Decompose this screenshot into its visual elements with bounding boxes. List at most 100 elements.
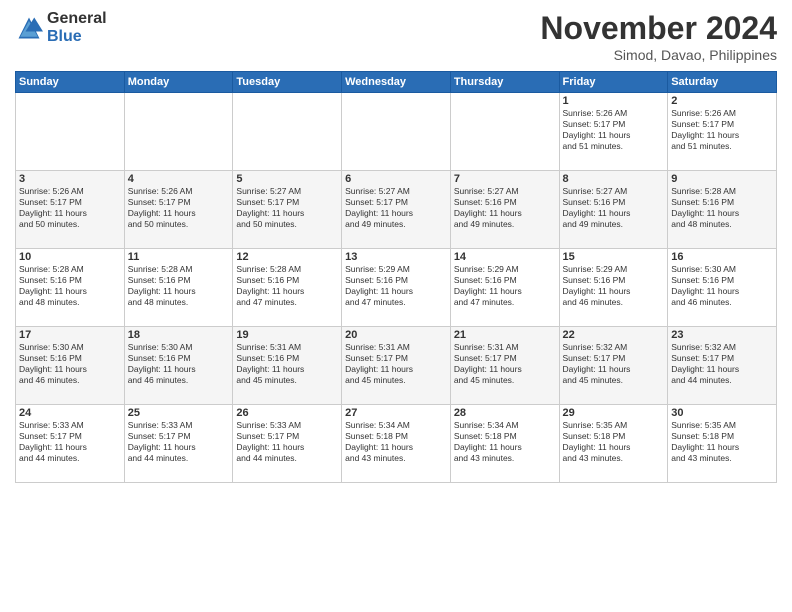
day-number: 20 bbox=[345, 329, 447, 341]
day-number: 24 bbox=[19, 407, 121, 419]
calendar-cell: 21Sunrise: 5:31 AM Sunset: 5:17 PM Dayli… bbox=[450, 327, 559, 405]
calendar-header-wednesday: Wednesday bbox=[342, 72, 451, 93]
calendar-header-friday: Friday bbox=[559, 72, 668, 93]
day-info: Sunrise: 5:28 AM Sunset: 5:16 PM Dayligh… bbox=[236, 264, 338, 308]
day-info: Sunrise: 5:35 AM Sunset: 5:18 PM Dayligh… bbox=[563, 420, 665, 464]
day-info: Sunrise: 5:32 AM Sunset: 5:17 PM Dayligh… bbox=[563, 342, 665, 386]
day-number: 26 bbox=[236, 407, 338, 419]
calendar-cell: 7Sunrise: 5:27 AM Sunset: 5:16 PM Daylig… bbox=[450, 171, 559, 249]
day-number: 30 bbox=[671, 407, 773, 419]
calendar-cell: 4Sunrise: 5:26 AM Sunset: 5:17 PM Daylig… bbox=[124, 171, 233, 249]
calendar-table: SundayMondayTuesdayWednesdayThursdayFrid… bbox=[15, 71, 777, 483]
calendar-cell: 6Sunrise: 5:27 AM Sunset: 5:17 PM Daylig… bbox=[342, 171, 451, 249]
day-number: 16 bbox=[671, 251, 773, 263]
day-number: 15 bbox=[563, 251, 665, 263]
calendar-week-1: 1 Sunrise: 5:26 AM Sunset: 5:17 PM Daylig… bbox=[16, 93, 777, 171]
day-info: Sunrise: 5:31 AM Sunset: 5:17 PM Dayligh… bbox=[345, 342, 447, 386]
calendar-cell bbox=[124, 93, 233, 171]
calendar-cell bbox=[16, 93, 125, 171]
day-number: 29 bbox=[563, 407, 665, 419]
calendar-header-thursday: Thursday bbox=[450, 72, 559, 93]
day-info: Sunrise: 5:32 AM Sunset: 5:17 PM Dayligh… bbox=[671, 342, 773, 386]
day-number: 23 bbox=[671, 329, 773, 341]
calendar-header-tuesday: Tuesday bbox=[233, 72, 342, 93]
day-number: 28 bbox=[454, 407, 556, 419]
calendar-cell: 10Sunrise: 5:28 AM Sunset: 5:16 PM Dayli… bbox=[16, 249, 125, 327]
title-block: November 2024 Simod, Davao, Philippines bbox=[540, 10, 777, 63]
day-info: Sunrise: 5:28 AM Sunset: 5:16 PM Dayligh… bbox=[128, 264, 230, 308]
calendar-cell bbox=[342, 93, 451, 171]
day-info: Sunrise: 5:33 AM Sunset: 5:17 PM Dayligh… bbox=[128, 420, 230, 464]
day-info: Sunrise: 5:34 AM Sunset: 5:18 PM Dayligh… bbox=[345, 420, 447, 464]
day-number: 17 bbox=[19, 329, 121, 341]
calendar-cell: 30Sunrise: 5:35 AM Sunset: 5:18 PM Dayli… bbox=[668, 405, 777, 483]
day-info: Sunrise: 5:30 AM Sunset: 5:16 PM Dayligh… bbox=[671, 264, 773, 308]
day-number: 1 bbox=[563, 95, 665, 107]
calendar-header-saturday: Saturday bbox=[668, 72, 777, 93]
day-info: Sunrise: 5:31 AM Sunset: 5:17 PM Dayligh… bbox=[454, 342, 556, 386]
calendar-cell: 16Sunrise: 5:30 AM Sunset: 5:16 PM Dayli… bbox=[668, 249, 777, 327]
day-info: Sunrise: 5:30 AM Sunset: 5:16 PM Dayligh… bbox=[19, 342, 121, 386]
calendar-cell: 24Sunrise: 5:33 AM Sunset: 5:17 PM Dayli… bbox=[16, 405, 125, 483]
day-info: Sunrise: 5:26 AM Sunset: 5:17 PM Dayligh… bbox=[671, 108, 773, 152]
logo: General Blue bbox=[15, 10, 107, 45]
day-info: Sunrise: 5:33 AM Sunset: 5:17 PM Dayligh… bbox=[236, 420, 338, 464]
day-number: 13 bbox=[345, 251, 447, 263]
calendar-cell: 23Sunrise: 5:32 AM Sunset: 5:17 PM Dayli… bbox=[668, 327, 777, 405]
day-info: Sunrise: 5:35 AM Sunset: 5:18 PM Dayligh… bbox=[671, 420, 773, 464]
calendar-cell: 2Sunrise: 5:26 AM Sunset: 5:17 PM Daylig… bbox=[668, 93, 777, 171]
day-number: 25 bbox=[128, 407, 230, 419]
calendar-header-monday: Monday bbox=[124, 72, 233, 93]
calendar-cell: 9Sunrise: 5:28 AM Sunset: 5:16 PM Daylig… bbox=[668, 171, 777, 249]
calendar-cell: 15Sunrise: 5:29 AM Sunset: 5:16 PM Dayli… bbox=[559, 249, 668, 327]
calendar-cell: 18Sunrise: 5:30 AM Sunset: 5:16 PM Dayli… bbox=[124, 327, 233, 405]
calendar-cell: 11Sunrise: 5:28 AM Sunset: 5:16 PM Dayli… bbox=[124, 249, 233, 327]
day-info: Sunrise: 5:27 AM Sunset: 5:16 PM Dayligh… bbox=[563, 186, 665, 230]
day-info: Sunrise: 5:26 AM Sunset: 5:17 PM Dayligh… bbox=[19, 186, 121, 230]
day-number: 10 bbox=[19, 251, 121, 263]
calendar-cell bbox=[450, 93, 559, 171]
logo-icon bbox=[15, 14, 43, 42]
calendar-cell: 19Sunrise: 5:31 AM Sunset: 5:16 PM Dayli… bbox=[233, 327, 342, 405]
day-info: Sunrise: 5:27 AM Sunset: 5:17 PM Dayligh… bbox=[236, 186, 338, 230]
calendar-week-4: 17Sunrise: 5:30 AM Sunset: 5:16 PM Dayli… bbox=[16, 327, 777, 405]
calendar-cell: 12Sunrise: 5:28 AM Sunset: 5:16 PM Dayli… bbox=[233, 249, 342, 327]
day-info: Sunrise: 5:27 AM Sunset: 5:17 PM Dayligh… bbox=[345, 186, 447, 230]
calendar-cell: 28Sunrise: 5:34 AM Sunset: 5:18 PM Dayli… bbox=[450, 405, 559, 483]
day-number: 2 bbox=[671, 95, 773, 107]
day-info: Sunrise: 5:34 AM Sunset: 5:18 PM Dayligh… bbox=[454, 420, 556, 464]
day-number: 18 bbox=[128, 329, 230, 341]
day-number: 6 bbox=[345, 173, 447, 185]
day-info: Sunrise: 5:29 AM Sunset: 5:16 PM Dayligh… bbox=[345, 264, 447, 308]
location: Simod, Davao, Philippines bbox=[540, 47, 777, 63]
calendar-cell: 29Sunrise: 5:35 AM Sunset: 5:18 PM Dayli… bbox=[559, 405, 668, 483]
day-info: Sunrise: 5:27 AM Sunset: 5:16 PM Dayligh… bbox=[454, 186, 556, 230]
day-info: Sunrise: 5:28 AM Sunset: 5:16 PM Dayligh… bbox=[671, 186, 773, 230]
day-info: Sunrise: 5:28 AM Sunset: 5:16 PM Dayligh… bbox=[19, 264, 121, 308]
day-number: 7 bbox=[454, 173, 556, 185]
day-info: Sunrise: 5:31 AM Sunset: 5:16 PM Dayligh… bbox=[236, 342, 338, 386]
calendar-cell: 17Sunrise: 5:30 AM Sunset: 5:16 PM Dayli… bbox=[16, 327, 125, 405]
day-info: Sunrise: 5:29 AM Sunset: 5:16 PM Dayligh… bbox=[563, 264, 665, 308]
day-info: Sunrise: 5:29 AM Sunset: 5:16 PM Dayligh… bbox=[454, 264, 556, 308]
page: General Blue November 2024 Simod, Davao,… bbox=[0, 0, 792, 612]
day-number: 21 bbox=[454, 329, 556, 341]
day-number: 5 bbox=[236, 173, 338, 185]
logo-blue: Blue bbox=[47, 28, 107, 46]
header: General Blue November 2024 Simod, Davao,… bbox=[15, 10, 777, 63]
logo-text: General Blue bbox=[47, 10, 107, 45]
day-number: 12 bbox=[236, 251, 338, 263]
day-number: 27 bbox=[345, 407, 447, 419]
month-title: November 2024 bbox=[540, 10, 777, 47]
day-number: 3 bbox=[19, 173, 121, 185]
calendar-cell: 3Sunrise: 5:26 AM Sunset: 5:17 PM Daylig… bbox=[16, 171, 125, 249]
calendar-cell: 27Sunrise: 5:34 AM Sunset: 5:18 PM Dayli… bbox=[342, 405, 451, 483]
calendar-week-5: 24Sunrise: 5:33 AM Sunset: 5:17 PM Dayli… bbox=[16, 405, 777, 483]
day-number: 14 bbox=[454, 251, 556, 263]
calendar-header-row: SundayMondayTuesdayWednesdayThursdayFrid… bbox=[16, 72, 777, 93]
day-number: 9 bbox=[671, 173, 773, 185]
calendar-week-3: 10Sunrise: 5:28 AM Sunset: 5:16 PM Dayli… bbox=[16, 249, 777, 327]
day-number: 11 bbox=[128, 251, 230, 263]
day-info: Sunrise: 5:33 AM Sunset: 5:17 PM Dayligh… bbox=[19, 420, 121, 464]
day-number: 19 bbox=[236, 329, 338, 341]
